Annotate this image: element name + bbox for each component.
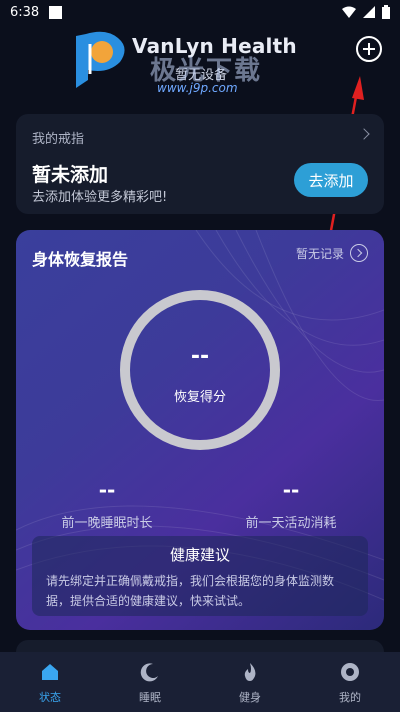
brand-logo <box>76 31 125 88</box>
nav-label: 状态 <box>39 691 61 704</box>
ring-card-label: 我的戒指 <box>32 132 85 147</box>
add-ring-button[interactable]: 去添加 <box>294 163 368 197</box>
health-advice-box: 健康建议 请先绑定并正确佩戴戒指，我们会根据您的身体监测数据，提供合适的健康建议… <box>32 536 368 616</box>
history-link[interactable]: 暂无记录 <box>296 244 368 262</box>
nav-item-status[interactable]: 状态 <box>0 652 100 712</box>
nav-item-profile[interactable]: 我的 <box>300 652 400 712</box>
bottom-nav: 状态 z 睡眠 健身 我的 <box>0 652 400 712</box>
sleep-value: -- <box>98 478 116 502</box>
ring-card-subtitle: 去添加体验更多精彩吧! <box>32 190 168 205</box>
activity-label: 前一天活动消耗 <box>245 516 337 531</box>
status-time: 6:38 <box>10 4 40 20</box>
signal-icon <box>363 6 375 18</box>
advice-title: 健康建议 <box>169 546 230 564</box>
wifi-icon <box>342 6 356 18</box>
recovery-score-value: -- <box>190 344 210 369</box>
recovery-score-label: 恢复得分 <box>173 390 226 405</box>
my-ring-card[interactable]: 我的戒指 暂未添加 去添加体验更多精彩吧! 去添加 <box>16 114 384 214</box>
add-device-button[interactable] <box>356 36 382 62</box>
flame-icon <box>244 663 256 681</box>
recovery-score-ring: -- 恢复得分 <box>120 290 280 450</box>
recovery-report-card: 身体恢复报告 暂无记录 -- 恢复得分 -- 前一晚睡眠时长 -- 前一天活动消… <box>16 230 384 630</box>
activity-metric: -- 前一天活动消耗 <box>216 478 366 531</box>
sleep-label: 前一晚睡眠时长 <box>61 516 153 531</box>
status-icons <box>342 5 390 19</box>
watermark-url: www.j9p.com <box>157 81 238 95</box>
chevron-right-icon[interactable] <box>358 128 370 140</box>
moon-icon: z <box>140 663 158 682</box>
history-link-label: 暂无记录 <box>295 246 344 261</box>
notification-icon <box>49 5 63 19</box>
chevron-circle-icon <box>350 244 368 262</box>
report-title: 身体恢复报告 <box>32 250 129 269</box>
nav-item-fitness[interactable]: 健身 <box>200 652 300 712</box>
advice-body: 请先绑定并正确佩戴戒指，我们会根据您的身体监测数据，提供合适的健康建议，快来试试… <box>46 574 335 608</box>
nav-item-sleep[interactable]: z 睡眠 <box>100 652 200 712</box>
nav-label: 健身 <box>239 691 261 704</box>
activity-value: -- <box>282 478 300 502</box>
sleep-metric: -- 前一晚睡眠时长 <box>32 478 182 531</box>
svg-text:z: z <box>152 666 156 674</box>
home-icon <box>42 664 58 680</box>
battery-icon <box>382 5 390 19</box>
app-header: VanLyn Health 暂无设备 极光下载 www.j9p.com <box>0 26 400 106</box>
profile-icon <box>341 663 359 681</box>
nav-label: 睡眠 <box>139 691 161 704</box>
nav-label: 我的 <box>339 691 361 704</box>
ring-card-title: 暂未添加 <box>32 164 109 186</box>
status-bar: 6:38 <box>0 0 400 24</box>
